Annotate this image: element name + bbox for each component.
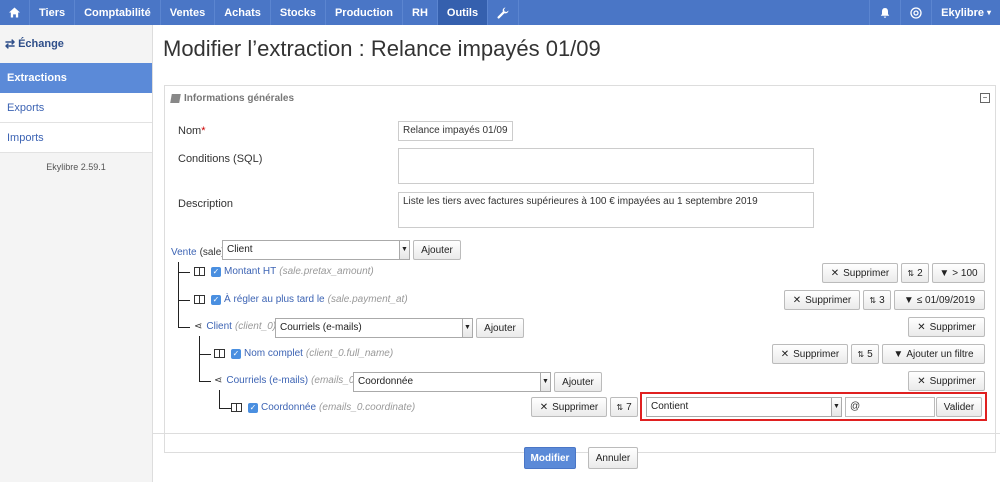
checkbox[interactable]: ✓ <box>231 348 241 359</box>
checkbox[interactable]: ✓ <box>211 266 221 277</box>
filter-button[interactable]: ▼ > 100 <box>932 263 985 283</box>
tree-line <box>178 272 190 273</box>
root-link[interactable]: Vente <box>171 247 197 258</box>
tree-row: ✓ Montant HT (sale.pretax_amount) <box>194 266 374 277</box>
page-title: Modifier l’extraction : Relance impayés … <box>163 36 601 61</box>
tree-row: ✓ Nom complet (client_0.full_name) <box>214 348 393 359</box>
order-button[interactable]: ⇅ 7 <box>610 397 638 417</box>
general-info-panel: Informations générales − Nom* Relance im… <box>164 85 996 453</box>
tree-row: ⋖ Client (client_0) <box>194 321 277 332</box>
delete-button[interactable]: ✕ Supprimer <box>908 371 985 391</box>
dropdown-caret-icon: ▼ <box>399 241 409 259</box>
conditions-field[interactable] <box>398 148 814 184</box>
bell-icon[interactable] <box>869 0 900 25</box>
tree-line <box>199 381 211 382</box>
root-select[interactable]: Client ▼ <box>222 240 410 260</box>
column-icon <box>194 267 205 276</box>
delete-button[interactable]: ✕ Supprimer <box>822 263 898 283</box>
delete-button[interactable]: ✕ Supprimer <box>908 317 985 337</box>
share-icon: ⋖ <box>214 375 223 386</box>
order-button[interactable]: ⇅ 2 <box>901 263 929 283</box>
checkbox[interactable]: ✓ <box>248 402 258 413</box>
order-button[interactable]: ⇅ 5 <box>851 344 879 364</box>
tree-line <box>219 390 220 408</box>
description-field[interactable]: Liste les tiers avec factures supérieure… <box>398 192 814 228</box>
dropdown-caret-icon: ▼ <box>831 398 841 416</box>
sidebar: ⇄ Échange Extractions Exports Imports Ek… <box>0 25 153 482</box>
nav-tiers[interactable]: Tiers <box>30 0 76 25</box>
emails-select[interactable]: Coordonnée ▼ <box>353 372 551 392</box>
dropdown-caret-icon: ▼ <box>462 319 472 337</box>
column-icon <box>231 403 242 412</box>
wrench-icon[interactable] <box>488 0 520 25</box>
nav-comptabilite[interactable]: Comptabilité <box>75 0 161 25</box>
validate-filter-button[interactable]: Valider <box>936 397 982 417</box>
dropdown-caret-icon: ▼ <box>540 373 550 391</box>
cancel-button[interactable]: Annuler <box>588 447 638 469</box>
tree-line <box>219 408 231 409</box>
app-version: Ekylibre 2.59.1 <box>46 162 106 172</box>
tree-line <box>178 327 190 328</box>
tree-row: ✓ À régler au plus tard le (sale.payment… <box>194 294 408 305</box>
sidebar-item-exports[interactable]: Exports <box>0 93 152 123</box>
nav-rh[interactable]: RH <box>403 0 438 25</box>
delete-button[interactable]: ✕ Supprimer <box>531 397 607 417</box>
emails-add-button[interactable]: Ajouter <box>554 372 602 392</box>
footer-divider <box>153 433 1000 434</box>
tree-row: ⋖ Courriels (e-mails) (emails_0) <box>214 375 358 386</box>
submit-button[interactable]: Modifier <box>524 447 576 469</box>
panel-heading: Informations générales <box>165 86 995 111</box>
filter-button[interactable]: ▼ ≤ 01/09/2019 <box>894 290 985 310</box>
description-label: Description <box>178 198 234 210</box>
conditions-label: Conditions (SQL) <box>178 153 263 165</box>
nav-stocks[interactable]: Stocks <box>271 0 326 25</box>
home-icon[interactable] <box>0 0 30 25</box>
filter-operator-select[interactable]: Contient ▼ <box>646 397 842 417</box>
client-select[interactable]: Courriels (e-mails) ▼ <box>275 318 473 338</box>
globe-icon[interactable] <box>900 0 931 25</box>
tree-line <box>199 336 200 381</box>
sidebar-heading: ⇄ Échange <box>5 37 64 51</box>
order-button[interactable]: ⇅ 3 <box>863 290 891 310</box>
book-icon <box>170 94 181 103</box>
name-label: Nom* <box>178 125 206 137</box>
column-icon <box>194 295 205 304</box>
tree-line <box>178 300 190 301</box>
checkbox[interactable]: ✓ <box>211 294 221 305</box>
user-name: Ekylibre <box>941 6 984 19</box>
caret-down-icon: ▾ <box>986 8 991 17</box>
user-menu[interactable]: Ekylibre ▾ <box>931 0 1000 25</box>
root-add-button[interactable]: Ajouter <box>413 240 461 260</box>
delete-button[interactable]: ✕ Supprimer <box>772 344 848 364</box>
top-navbar: Tiers Comptabilité Ventes Achats Stocks … <box>0 0 1000 25</box>
filter-value-input[interactable]: @ <box>845 397 935 417</box>
sidebar-item-imports[interactable]: Imports <box>0 123 152 153</box>
tree-root: Vente (sale) <box>171 246 225 258</box>
main-content: Modifier l’extraction : Relance impayés … <box>153 25 1000 482</box>
tree-line <box>199 354 211 355</box>
filter-button[interactable]: ▼ Ajouter un filtre <box>882 344 985 364</box>
share-icon: ⋖ <box>194 321 203 332</box>
delete-button[interactable]: ✕ Supprimer <box>784 290 860 310</box>
nav-ventes[interactable]: Ventes <box>161 0 216 25</box>
client-add-button[interactable]: Ajouter <box>476 318 524 338</box>
sidebar-item-extractions[interactable]: Extractions <box>0 63 152 93</box>
nav-achats[interactable]: Achats <box>215 0 271 25</box>
nav-outils[interactable]: Outils <box>437 0 489 25</box>
column-icon <box>214 349 225 358</box>
exchange-icon: ⇄ <box>5 37 16 51</box>
collapse-icon[interactable]: − <box>980 93 990 103</box>
nav-production[interactable]: Production <box>326 0 404 25</box>
tree-row: ✓ Coordonnée (emails_0.coordinate) <box>231 402 415 413</box>
name-field[interactable]: Relance impayés 01/09 <box>398 121 513 141</box>
